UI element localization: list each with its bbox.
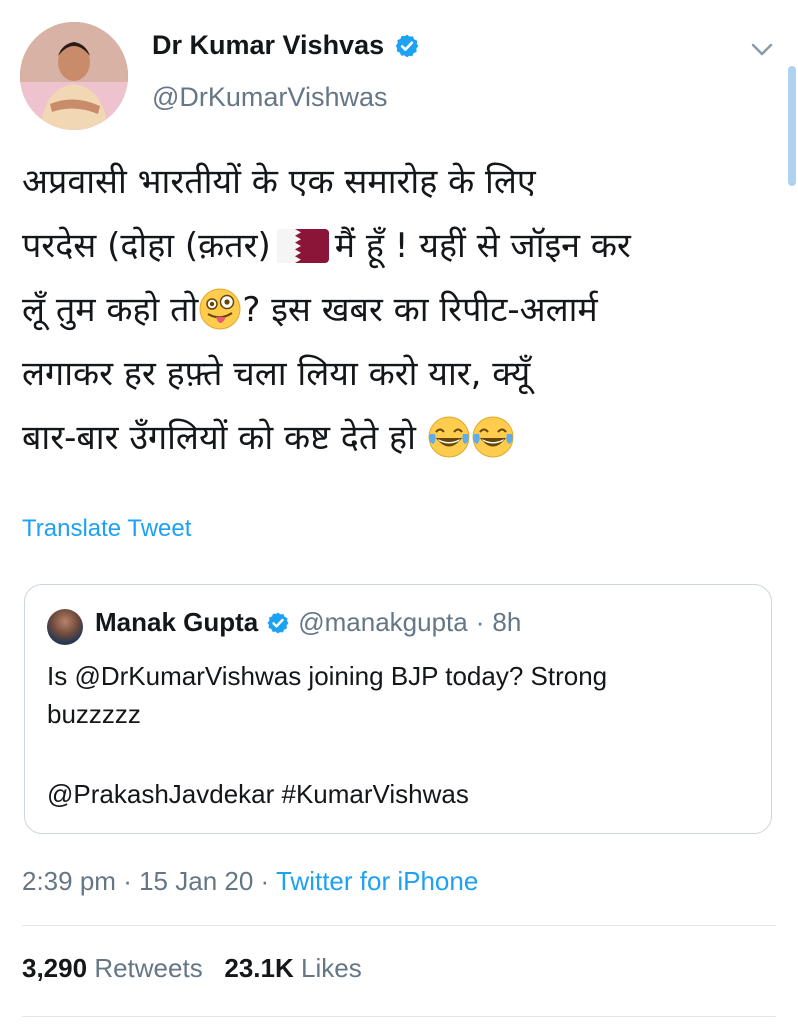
qatar-flag-icon: [276, 229, 329, 263]
retweets-label: Retweets: [94, 953, 203, 983]
divider: [22, 925, 776, 926]
likes-count: 23.1K: [224, 953, 294, 983]
meta-separator: ·: [260, 866, 270, 896]
tweet-line: लगाकर हर हफ़्ते चला लिया करो यार, क्यूँ: [22, 354, 531, 394]
tweet-text-segment: परदेस (दोहा (क़तर): [22, 226, 271, 266]
likes-stat[interactable]: 23.1K Likes: [224, 953, 361, 983]
tweet-header: Dr Kumar Vishvas @DrKumarVishwas: [0, 0, 798, 140]
tweet-metadata: 2:39 pm · 15 Jan 20 · Twitter for iPhone: [22, 866, 478, 897]
author-name-text: Dr Kumar Vishvas: [152, 30, 385, 60]
verified-badge-icon: [395, 34, 419, 57]
tweet-line: परदेस (दोहा (क़तर) मैं हूँ ! यहीं से जॉइ…: [22, 214, 782, 278]
quoted-text-line: Is @DrKumarVishwas joining BJP today? St…: [47, 661, 608, 691]
verified-badge-icon: [267, 612, 289, 633]
quoted-author-name[interactable]: Manak Gupta: [95, 607, 258, 638]
tweet-stats: 3,290 Retweets 23.1K Likes: [22, 953, 362, 984]
tweet-line: लूँ तुम कहो तो ? इस खबर का रिपीट-अलार्म: [22, 278, 782, 342]
tears-of-joy-emoji: [472, 416, 514, 458]
scrollbar[interactable]: [788, 66, 796, 186]
quoted-text-line: @PrakashJavdekar #KumarVishwas: [47, 779, 469, 809]
tweet-time[interactable]: 2:39 pm: [22, 866, 116, 896]
author-avatar[interactable]: [20, 22, 128, 130]
quoted-tweet-header: Manak Gupta @manakgupta · 8h: [95, 607, 521, 638]
tweet-text-segment: लूँ तुम कहो तो: [22, 290, 199, 330]
winking-tongue-emoji: [199, 288, 241, 330]
tweet-source-link[interactable]: Twitter for iPhone: [276, 866, 478, 896]
quoted-author-avatar[interactable]: [47, 609, 83, 645]
quoted-text-spacer: [47, 733, 747, 775]
chevron-down-icon[interactable]: [748, 38, 776, 60]
tweet-text: अप्रवासी भारतीयों के एक समारोह के लिए पर…: [22, 150, 782, 470]
quoted-tweet-text: Is @DrKumarVishwas joining BJP today? St…: [47, 657, 747, 813]
likes-label: Likes: [301, 953, 362, 983]
retweets-stat[interactable]: 3,290 Retweets: [22, 953, 203, 983]
tweet-text-segment: बार-बार उँगलियों को कष्ट देते हो: [22, 418, 416, 458]
translate-tweet-link[interactable]: Translate Tweet: [22, 515, 191, 543]
tweet-text-segment: मैं हूँ ! यहीं से जॉइन कर: [334, 226, 631, 266]
quoted-author-handle[interactable]: @manakgupta: [298, 607, 468, 638]
meta-separator: ·: [123, 866, 132, 896]
tweet-line: अप्रवासी भारतीयों के एक समारोह के लिए: [22, 162, 536, 202]
author-avatar-image: [20, 22, 128, 130]
retweets-count: 3,290: [22, 953, 88, 983]
tears-of-joy-emoji: [428, 416, 470, 458]
quoted-separator: ·: [475, 607, 485, 637]
author-display-name[interactable]: Dr Kumar Vishvas: [152, 30, 420, 61]
tweet-line: बार-बार उँगलियों को कष्ट देते हो: [22, 406, 782, 470]
tweet-date[interactable]: 15 Jan 20: [139, 866, 253, 896]
author-handle[interactable]: @DrKumarVishwas: [152, 82, 387, 113]
quoted-timestamp: 8h: [492, 607, 522, 637]
divider: [22, 1016, 776, 1017]
quoted-text-line: buzzzzz: [47, 699, 141, 729]
quoted-tweet-card[interactable]: Manak Gupta @manakgupta · 8h Is @DrKumar…: [24, 584, 772, 834]
tweet-text-segment: ? इस खबर का रिपीट-अलार्म: [242, 290, 598, 330]
